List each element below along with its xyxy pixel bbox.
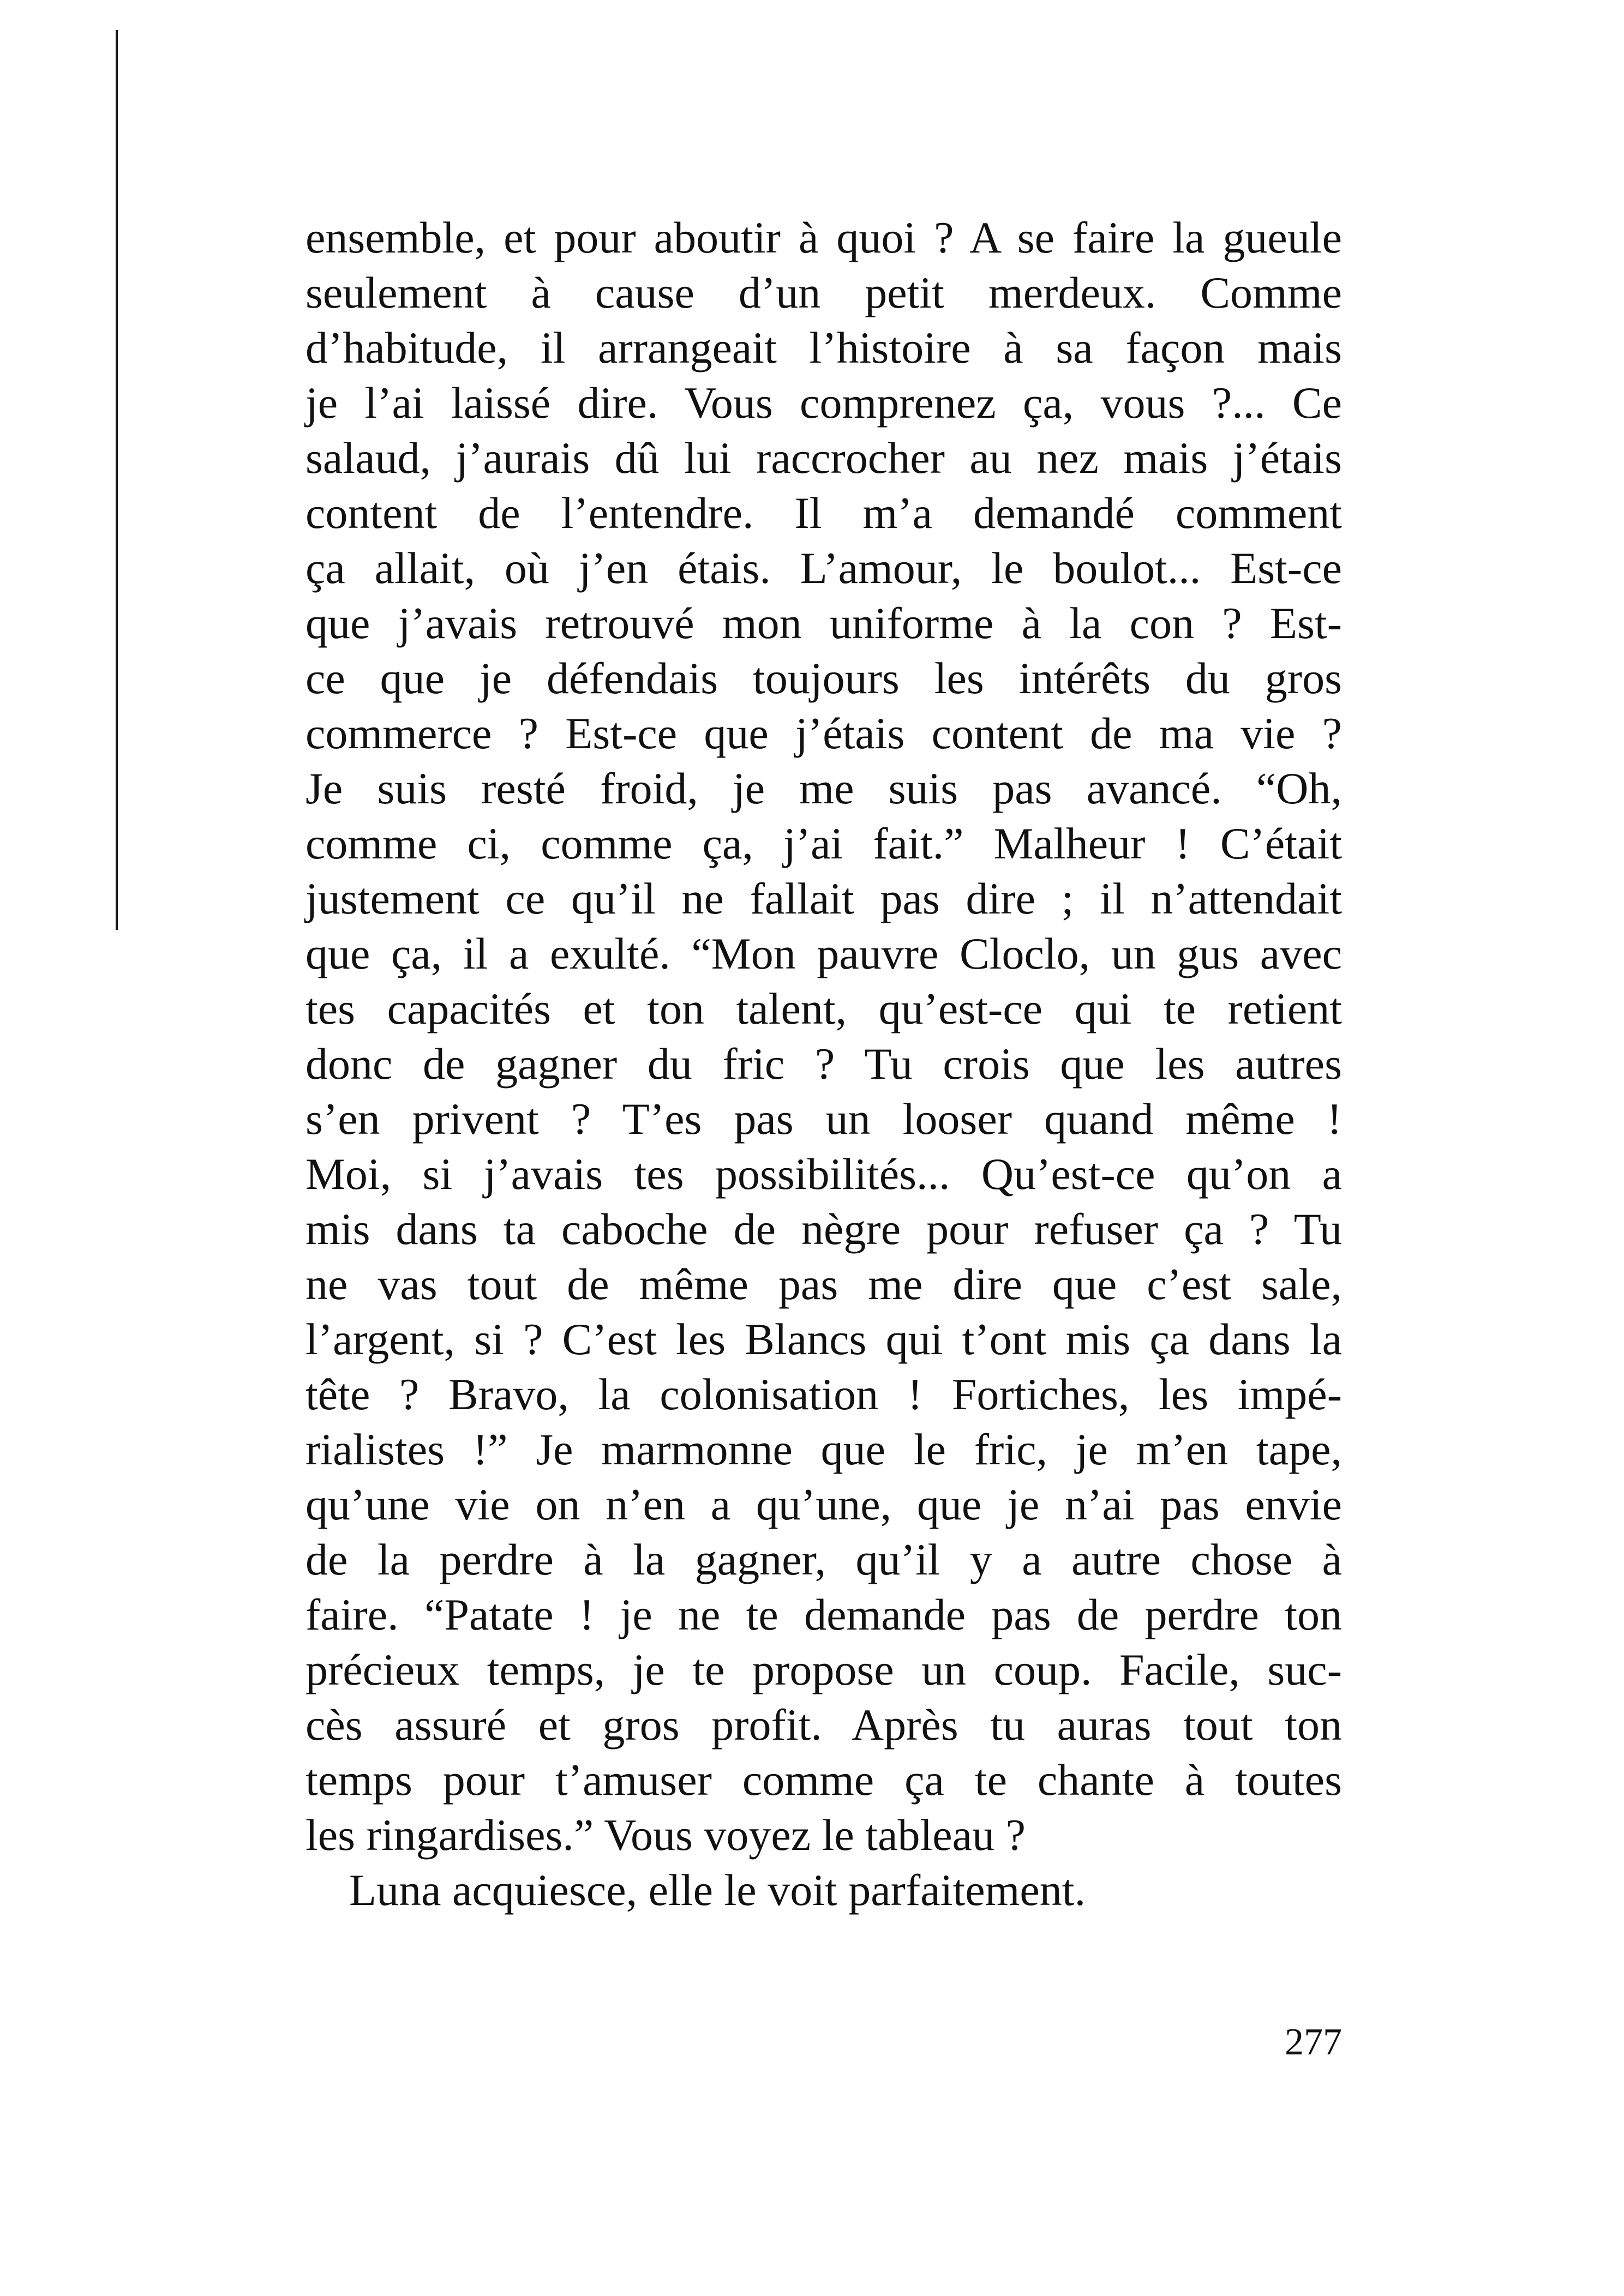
text-line: précieux temps, je te propose un coup. F… — [305, 1645, 1342, 1694]
text-line: content de l’entendre. Il m’a demandé co… — [305, 488, 1342, 538]
margin-rule — [116, 30, 118, 930]
text-line: justement ce qu’il ne fallait pas dire ;… — [305, 874, 1342, 923]
text-line: ensemble, et pour aboutir à quoi ? A se … — [305, 213, 1342, 262]
text-line: de la perdre à la gagner, qu’il y a autr… — [305, 1535, 1342, 1584]
text-line: les ringardises.” Vous voyez le tableau … — [305, 1810, 1026, 1860]
text-line: commerce ? Est-ce que j’étais content de… — [305, 708, 1342, 758]
text-line: que ça, il a exulté. “Mon pauvre Cloclo,… — [305, 929, 1342, 978]
text-line: qu’une vie on n’en a qu’une, que je n’ai… — [305, 1480, 1342, 1529]
body-text: ensemble, et pour aboutir à quoi ? A se … — [305, 210, 1342, 1918]
text-line: ça allait, où j’en étais. L’amour, le bo… — [305, 543, 1342, 593]
text-line: d’habitude, il arrangeait l’histoire à s… — [305, 323, 1342, 372]
text-line: temps pour t’amuser comme ça te chante à… — [305, 1755, 1342, 1805]
text-line: seulement à cause d’un petit merdeux. Co… — [305, 268, 1342, 317]
text-line: que j’avais retrouvé mon uniforme à la c… — [305, 598, 1342, 648]
text-line: je l’ai laissé dire. Vous comprenez ça, … — [305, 378, 1342, 428]
text-line: donc de gagner du fric ? Tu crois que le… — [305, 1039, 1342, 1089]
text-line: comme ci, comme ça, j’ai fait.” Malheur … — [305, 819, 1342, 868]
text-line: salaud, j’aurais dû lui raccrocher au ne… — [305, 433, 1342, 483]
text-line: ce que je défendais toujours les intérêt… — [305, 653, 1342, 703]
page-number: 277 — [1285, 2021, 1342, 2063]
text-line: Je suis resté froid, je me suis pas avan… — [305, 764, 1342, 813]
text-line: tête ? Bravo, la colonisation ! Fortiche… — [305, 1369, 1342, 1419]
text-line: mis dans ta caboche de nègre pour refuse… — [305, 1204, 1342, 1254]
text-line: faire. “Patate ! je ne te demande pas de… — [305, 1590, 1342, 1639]
text-line: ne vas tout de même pas me dire que c’es… — [305, 1259, 1342, 1309]
text-line: s’en privent ? T’es pas un looser quand … — [305, 1094, 1342, 1144]
text-line: tes capacités et ton talent, qu’est-ce q… — [305, 984, 1342, 1033]
text-line: Moi, si j’avais tes possibilités... Qu’e… — [305, 1149, 1342, 1199]
text-line: rialistes !” Je marmonne que le fric, je… — [305, 1425, 1342, 1474]
text-line: cès assuré et gros profit. Après tu aura… — [305, 1700, 1342, 1750]
paragraph-2: Luna acquiesce, elle le voit parfaitemen… — [349, 1865, 1086, 1915]
text-line: l’argent, si ? C’est les Blancs qui t’on… — [305, 1314, 1342, 1364]
